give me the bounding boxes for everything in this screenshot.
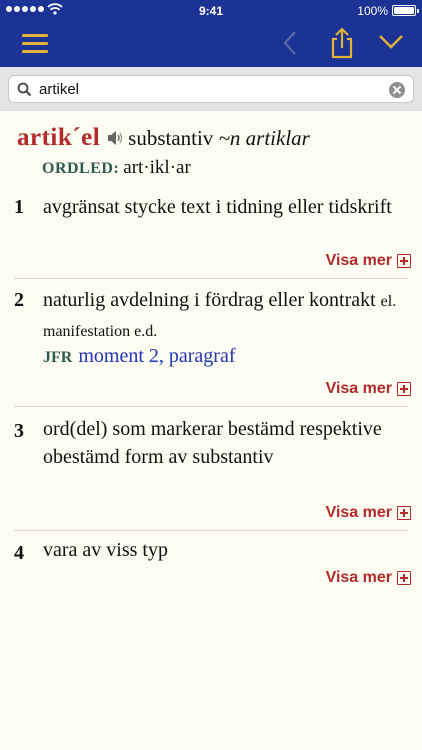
back-chevron-icon[interactable] bbox=[278, 30, 302, 56]
search-box[interactable] bbox=[8, 75, 414, 103]
visa-mer-label: Visa mer bbox=[325, 380, 392, 397]
divider bbox=[14, 530, 408, 531]
plus-box-icon bbox=[397, 254, 411, 268]
sense-definition: avgränsat stycke text i tidning eller ti… bbox=[43, 196, 392, 218]
jfr-link[interactable]: moment 2, paragraf bbox=[78, 345, 235, 367]
plus-box-icon bbox=[397, 382, 411, 396]
sense-definition-text: naturlig avdelning i fördrag eller kontr… bbox=[43, 289, 376, 311]
inflection: ~n artiklar bbox=[218, 126, 310, 150]
search-icon bbox=[17, 82, 32, 97]
menu-button[interactable] bbox=[22, 32, 50, 54]
visa-mer-button[interactable]: Visa mer bbox=[326, 380, 411, 398]
sense-definition: ord(del) som markerar bestämd respektive… bbox=[43, 418, 382, 468]
navigation-bar: 9:41 100% bbox=[0, 0, 422, 67]
divider bbox=[14, 406, 408, 407]
visa-mer-label: Visa mer bbox=[325, 252, 392, 269]
entry-header: artik´el substantiv ~n artiklar bbox=[17, 124, 310, 152]
ordled-label: ORDLED: bbox=[42, 160, 120, 177]
battery-icon bbox=[392, 5, 419, 16]
speaker-icon[interactable] bbox=[106, 129, 124, 147]
plus-box-icon bbox=[397, 506, 411, 520]
sense-number: 1 bbox=[14, 196, 24, 218]
jfr-line: JFR moment 2, paragraf bbox=[43, 345, 236, 368]
ordled-value: art·ikl·ar bbox=[123, 157, 191, 178]
sense-number: 2 bbox=[14, 289, 24, 311]
jfr-label: JFR bbox=[43, 349, 73, 366]
sense-number: 4 bbox=[14, 542, 24, 564]
ordled-line: ORDLED: art·ikl·ar bbox=[42, 157, 191, 179]
search-input[interactable] bbox=[39, 78, 379, 100]
visa-mer-button[interactable]: Visa mer bbox=[326, 252, 411, 270]
battery-percent: 100% bbox=[357, 4, 388, 18]
chevron-down-icon[interactable] bbox=[377, 33, 405, 51]
visa-mer-label: Visa mer bbox=[325, 504, 392, 521]
part-of-speech: substantiv bbox=[128, 126, 214, 150]
sense-definition: vara av viss typ bbox=[43, 539, 168, 561]
visa-mer-button[interactable]: Visa mer bbox=[326, 569, 411, 587]
divider bbox=[14, 278, 408, 279]
status-bar: 9:41 100% bbox=[0, 0, 422, 22]
visa-mer-button[interactable]: Visa mer bbox=[326, 504, 411, 522]
share-icon[interactable] bbox=[327, 27, 357, 59]
headword: artik´el bbox=[17, 124, 101, 151]
sense-definition: naturlig avdelning i fördrag eller kontr… bbox=[43, 286, 403, 346]
visa-mer-label: Visa mer bbox=[325, 569, 392, 586]
sense-number: 3 bbox=[14, 420, 24, 442]
plus-box-icon bbox=[397, 571, 411, 585]
menu-icon bbox=[22, 34, 48, 37]
clear-icon[interactable] bbox=[389, 82, 405, 98]
search-bar bbox=[0, 67, 422, 111]
